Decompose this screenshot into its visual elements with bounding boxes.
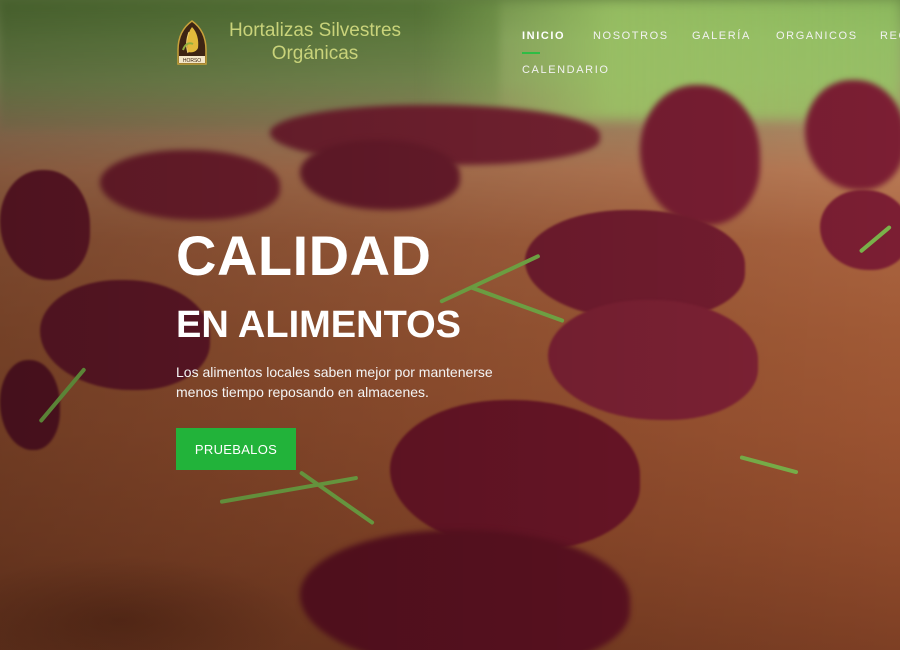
svg-text:HORSO: HORSO: [183, 58, 201, 64]
brand-name-line2: Orgánicas: [271, 43, 359, 64]
nav-item-inicio[interactable]: INICIO: [522, 30, 566, 54]
nav-item-galeria[interactable]: GALERÍA: [692, 30, 751, 42]
nav-item-label: REC: [880, 30, 900, 42]
brand-name-line1: Hortalizas Silvestres: [228, 20, 402, 41]
brand-name[interactable]: Hortalizas Silvestres Orgánicas: [222, 19, 408, 65]
corn-logo-icon: HORSO: [177, 20, 207, 65]
hero-lead-text: Los alimentos locales saben mejor por ma…: [176, 364, 493, 400]
nav-item-nosotros[interactable]: NOSOTROS: [593, 30, 669, 42]
try-them-button[interactable]: PRUEBALOS: [176, 428, 296, 470]
active-indicator: [522, 52, 540, 54]
nav-item-label: INICIO: [522, 30, 566, 42]
hero-title: CALIDAD: [176, 224, 432, 287]
nav-item-label: GALERÍA: [692, 30, 751, 42]
nav-item-label: NOSOTROS: [593, 30, 669, 42]
main-nav: INICIO NOSOTROS GALERÍA ORGANICOS REC CA…: [522, 30, 900, 90]
brand-logo[interactable]: HORSO: [176, 20, 208, 66]
nav-item-calendario[interactable]: CALENDARIO: [522, 64, 610, 76]
nav-item-rec[interactable]: REC: [880, 30, 900, 42]
nav-item-label: CALENDARIO: [522, 64, 610, 76]
nav-item-label: ORGANICOS: [776, 30, 858, 42]
nav-item-organicos[interactable]: ORGANICOS: [776, 30, 858, 42]
hero-subtitle: EN ALIMENTOS: [176, 304, 462, 346]
